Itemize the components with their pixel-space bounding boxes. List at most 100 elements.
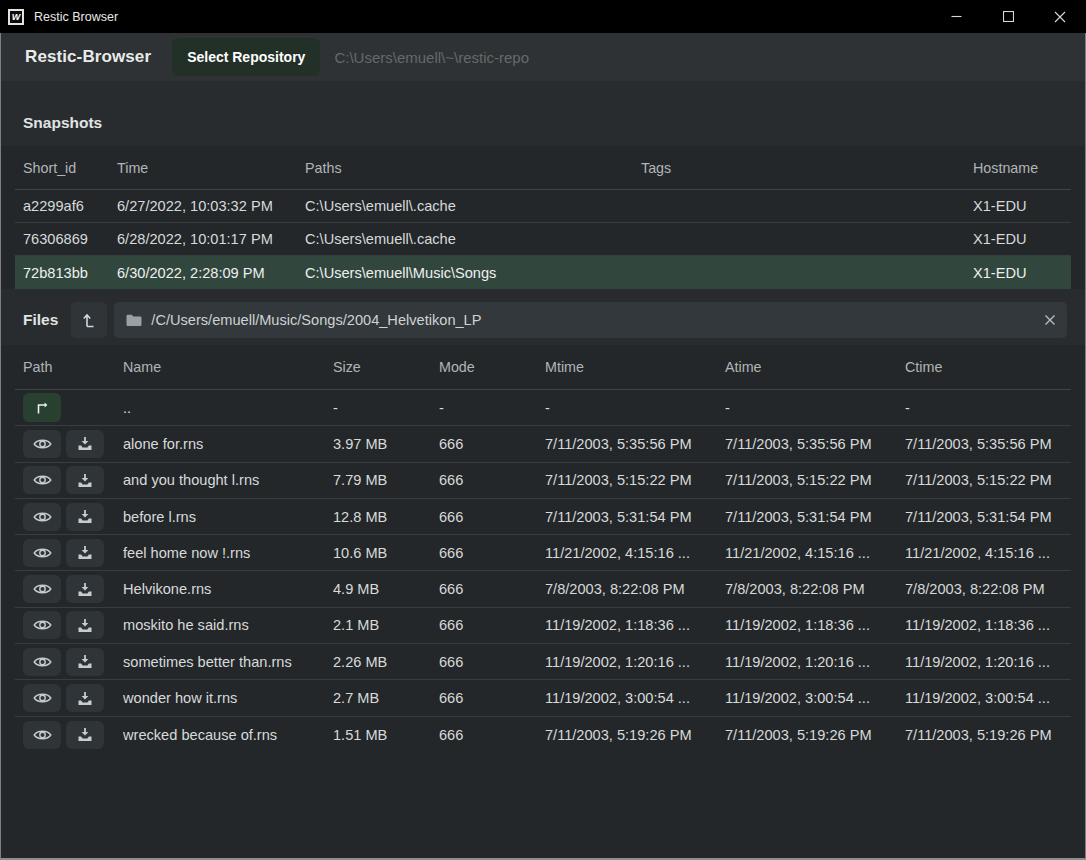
file-actions — [23, 393, 123, 422]
snapshot-row[interactable]: 72b813bb6/30/2022, 2:28:09 PMC:\Users\em… — [15, 256, 1071, 289]
file-name[interactable]: before l.rns — [123, 509, 333, 525]
column-header-path: Path — [23, 359, 123, 375]
file-ctime: 11/19/2002, 3:00:54 ... — [905, 690, 1071, 706]
maximize-button[interactable] — [982, 0, 1034, 33]
current-path-text[interactable]: /C/Users/emuell/Music/Songs/2004_Helveti… — [151, 312, 1039, 328]
file-atime: 7/11/2003, 5:31:54 PM — [725, 509, 905, 525]
select-repository-button[interactable]: Select Repository — [172, 38, 320, 76]
download-file-button[interactable] — [66, 611, 104, 639]
file-row: moskito he said.rns2.1 MB66611/19/2002, … — [15, 608, 1071, 644]
parent-dir-icon — [34, 401, 51, 415]
file-name[interactable]: Helvikone.rns — [123, 581, 333, 597]
download-icon — [77, 582, 93, 597]
file-ctime: 11/21/2002, 4:15:16 ... — [905, 545, 1071, 561]
file-ctime: 7/8/2003, 8:22:08 PM — [905, 581, 1071, 597]
file-mode: 666 — [439, 436, 545, 452]
file-name[interactable]: sometimes better than.rns — [123, 654, 333, 670]
snapshots-heading: Snapshots — [23, 114, 102, 132]
snapshot-time: 6/28/2022, 10:01:17 PM — [117, 231, 305, 247]
snapshot-row[interactable]: a2299af66/27/2022, 10:03:32 PMC:\Users\e… — [15, 190, 1071, 223]
preview-file-button[interactable] — [23, 721, 61, 749]
file-atime: 7/11/2003, 5:15:22 PM — [725, 472, 905, 488]
app-header: Restic-Browser Select Repository C:\User… — [1, 33, 1085, 81]
file-atime: 11/19/2002, 3:00:54 ... — [725, 690, 905, 706]
clear-path-button[interactable] — [1039, 309, 1061, 331]
file-size: - — [333, 400, 439, 416]
file-atime: 7/11/2003, 5:35:56 PM — [725, 436, 905, 452]
preview-file-button[interactable] — [23, 466, 61, 494]
file-actions — [23, 648, 123, 676]
file-size: 2.7 MB — [333, 690, 439, 706]
download-file-button[interactable] — [66, 466, 104, 494]
file-size: 4.9 MB — [333, 581, 439, 597]
download-icon — [77, 545, 93, 560]
file-ctime: 7/11/2003, 5:15:22 PM — [905, 472, 1071, 488]
app-logo-icon: W — [8, 9, 24, 25]
file-mtime: 7/8/2003, 8:22:08 PM — [545, 581, 725, 597]
file-mode: 666 — [439, 727, 545, 743]
file-actions — [23, 503, 123, 531]
files-table-body: ..-----alone for.rns3.97 MB6667/11/2003,… — [15, 390, 1071, 753]
close-button[interactable] — [1034, 0, 1086, 33]
download-file-button[interactable] — [66, 575, 104, 603]
preview-file-button[interactable] — [23, 539, 61, 567]
column-header-atime: Atime — [725, 359, 905, 375]
file-atime: - — [725, 400, 905, 416]
preview-icon — [33, 437, 52, 451]
file-name[interactable]: .. — [123, 400, 333, 416]
snapshots-table: Short_id Time Paths Tags Hostname a2299a… — [1, 146, 1085, 289]
download-file-button[interactable] — [66, 648, 104, 676]
file-name[interactable]: alone for.rns — [123, 436, 333, 452]
preview-file-button[interactable] — [23, 575, 61, 603]
download-file-button[interactable] — [66, 539, 104, 567]
preview-file-button[interactable] — [23, 430, 61, 458]
file-name[interactable]: and you thought l.rns — [123, 472, 333, 488]
minimize-button[interactable] — [930, 0, 982, 33]
download-icon — [77, 436, 93, 451]
file-size: 3.97 MB — [333, 436, 439, 452]
file-name[interactable]: wonder how it.rns — [123, 690, 333, 706]
preview-file-button[interactable] — [23, 503, 61, 531]
file-mode: 666 — [439, 581, 545, 597]
preview-file-button[interactable] — [23, 684, 61, 712]
preview-icon — [33, 728, 52, 742]
snapshot-short-id: a2299af6 — [23, 198, 117, 214]
file-row: feel home now !.rns10.6 MB66611/21/2002,… — [15, 535, 1071, 571]
content-background — [1, 753, 1085, 858]
file-ctime: 7/11/2003, 5:31:54 PM — [905, 509, 1071, 525]
download-file-button[interactable] — [66, 721, 104, 749]
go-parent-button[interactable] — [23, 393, 61, 422]
snapshot-time: 6/27/2022, 10:03:32 PM — [117, 198, 305, 214]
download-icon — [77, 473, 93, 488]
file-mode: - — [439, 400, 545, 416]
maximize-icon — [1003, 12, 1013, 22]
file-ctime: 7/11/2003, 5:35:56 PM — [905, 436, 1071, 452]
file-mtime: 7/11/2003, 5:31:54 PM — [545, 509, 725, 525]
download-file-button[interactable] — [66, 503, 104, 531]
open-snapshot-root-button[interactable] — [71, 302, 107, 338]
download-icon — [77, 654, 93, 669]
file-row: sometimes better than.rns2.26 MB66611/19… — [15, 644, 1071, 680]
file-size: 12.8 MB — [333, 509, 439, 525]
preview-icon — [33, 510, 52, 524]
download-file-button[interactable] — [66, 430, 104, 458]
files-table-header: Path Name Size Mode Mtime Atime Ctime — [15, 345, 1071, 390]
current-path-bar[interactable]: /C/Users/emuell/Music/Songs/2004_Helveti… — [114, 302, 1067, 338]
column-header-mtime: Mtime — [545, 359, 725, 375]
preview-file-button[interactable] — [23, 648, 61, 676]
file-mtime: 11/19/2002, 3:00:54 ... — [545, 690, 725, 706]
download-file-button[interactable] — [66, 684, 104, 712]
file-name[interactable]: moskito he said.rns — [123, 617, 333, 633]
column-header-short-id: Short_id — [23, 160, 117, 176]
preview-icon — [33, 691, 52, 705]
snapshot-row[interactable]: 763068696/28/2022, 10:01:17 PMC:\Users\e… — [15, 223, 1071, 256]
file-name[interactable]: feel home now !.rns — [123, 545, 333, 561]
snapshot-paths: C:\Users\emuell\.cache — [305, 231, 641, 247]
files-section-header: Files /C/Users/emuell/Music/Songs/2004_H… — [1, 289, 1085, 345]
file-name[interactable]: wrecked because of.rns — [123, 727, 333, 743]
preview-file-button[interactable] — [23, 611, 61, 639]
snapshot-short-id: 72b813bb — [23, 265, 117, 281]
snapshot-hostname: X1-EDU — [973, 198, 1071, 214]
level-up-icon — [82, 312, 96, 329]
file-actions — [23, 684, 123, 712]
